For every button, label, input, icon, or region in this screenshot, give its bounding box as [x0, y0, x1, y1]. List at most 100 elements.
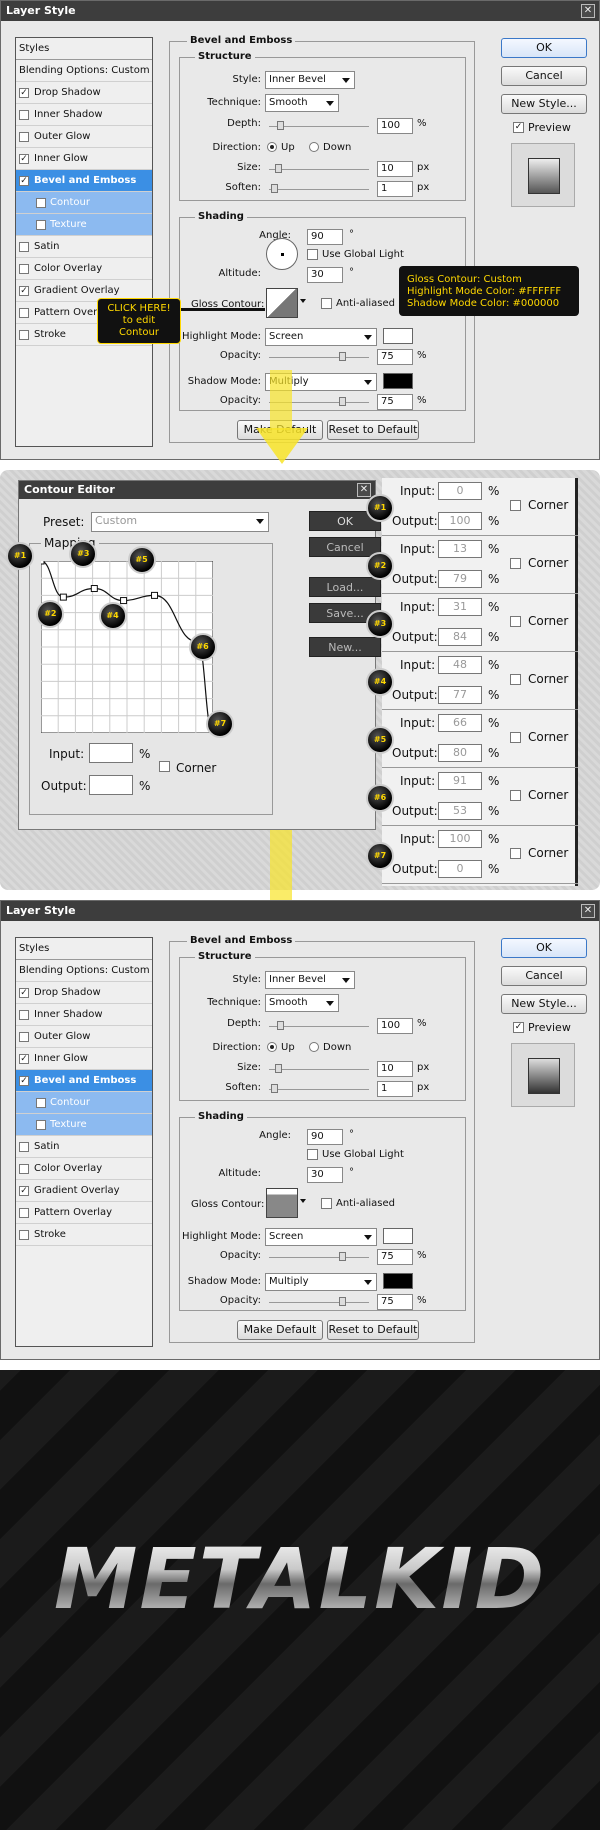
- sidebar-item-color-overlay[interactable]: Color Overlay: [16, 1158, 152, 1180]
- size-input[interactable]: 10: [377, 1061, 413, 1077]
- sidebar-checkbox[interactable]: ✓: [19, 1076, 29, 1086]
- anti-aliased-checkbox[interactable]: [321, 298, 332, 309]
- shadow-color-swatch[interactable]: [383, 1273, 413, 1289]
- point-output-field[interactable]: 80: [438, 744, 482, 762]
- sidebar-checkbox[interactable]: ✓: [19, 88, 29, 98]
- preview-checkbox[interactable]: ✓: [513, 122, 524, 133]
- sidebar-item-bevel-and-emboss[interactable]: ✓ Bevel and Emboss: [16, 1070, 152, 1092]
- altitude-input[interactable]: 30: [307, 267, 343, 283]
- new-button[interactable]: New...: [309, 637, 381, 657]
- new-style-button[interactable]: New Style...: [501, 994, 587, 1014]
- sidebar-item-styles[interactable]: Styles: [16, 938, 152, 960]
- cancel-button[interactable]: Cancel: [501, 966, 587, 986]
- highlight-color-swatch[interactable]: [383, 328, 413, 344]
- depth-slider[interactable]: [269, 121, 369, 130]
- point-output-field[interactable]: 0: [438, 860, 482, 878]
- corner-checkbox[interactable]: [510, 558, 521, 569]
- sidebar-checkbox[interactable]: [36, 220, 46, 230]
- sidebar-checkbox[interactable]: ✓: [19, 176, 29, 186]
- gloss-contour-thumbnail[interactable]: [266, 288, 298, 318]
- sidebar-checkbox[interactable]: [36, 198, 46, 208]
- technique-select[interactable]: Smooth: [265, 994, 339, 1012]
- sidebar-checkbox[interactable]: [19, 1230, 29, 1240]
- sidebar-item-blending-options-custom[interactable]: Blending Options: Custom: [16, 960, 152, 982]
- sidebar-item-styles[interactable]: Styles: [16, 38, 152, 60]
- sidebar-checkbox[interactable]: [19, 1208, 29, 1218]
- sidebar-checkbox[interactable]: ✓: [19, 286, 29, 296]
- slider-thumb[interactable]: [339, 352, 346, 361]
- sidebar-item-inner-shadow[interactable]: Inner Shadow: [16, 104, 152, 126]
- point-input-field[interactable]: 100: [438, 830, 482, 848]
- sidebar-checkbox[interactable]: [19, 1164, 29, 1174]
- sidebar-item-pattern-overlay[interactable]: Pattern Overlay: [16, 1202, 152, 1224]
- sidebar-item-contour[interactable]: Contour: [16, 1092, 152, 1114]
- point-input-field[interactable]: 48: [438, 656, 482, 674]
- sidebar-item-drop-shadow[interactable]: ✓ Drop Shadow: [16, 82, 152, 104]
- corner-checkbox[interactable]: [510, 732, 521, 743]
- slider-thumb[interactable]: [271, 184, 278, 193]
- slider-thumb[interactable]: [275, 1064, 282, 1073]
- chevron-down-icon[interactable]: [300, 1199, 306, 1203]
- sidebar-item-contour[interactable]: Contour: [16, 192, 152, 214]
- point-input-field[interactable]: 66: [438, 714, 482, 732]
- soften-input[interactable]: 1: [377, 181, 413, 197]
- highlight-opacity-slider[interactable]: [269, 352, 369, 361]
- sidebar-checkbox[interactable]: [19, 308, 29, 318]
- output-field[interactable]: [89, 775, 133, 795]
- slider-thumb[interactable]: [277, 1021, 284, 1030]
- sidebar-item-stroke[interactable]: Stroke: [16, 1224, 152, 1246]
- highlight-color-swatch[interactable]: [383, 1228, 413, 1244]
- soften-slider[interactable]: [269, 1084, 369, 1093]
- size-input[interactable]: 10: [377, 161, 413, 177]
- slider-thumb[interactable]: [277, 121, 284, 130]
- slider-thumb[interactable]: [271, 1084, 278, 1093]
- sidebar-item-inner-shadow[interactable]: Inner Shadow: [16, 1004, 152, 1026]
- direction-up-radio[interactable]: [267, 1042, 277, 1052]
- sidebar-item-satin[interactable]: Satin: [16, 1136, 152, 1158]
- input-field[interactable]: [89, 743, 133, 763]
- close-icon[interactable]: ✕: [581, 4, 595, 18]
- direction-up-radio[interactable]: [267, 142, 277, 152]
- highlight-opacity-input[interactable]: 75: [377, 1249, 413, 1265]
- depth-input[interactable]: 100: [377, 118, 413, 134]
- shadow-mode-select[interactable]: Multiply: [265, 1273, 377, 1291]
- point-output-field[interactable]: 79: [438, 570, 482, 588]
- corner-checkbox[interactable]: [159, 761, 170, 772]
- sidebar-item-drop-shadow[interactable]: ✓ Drop Shadow: [16, 982, 152, 1004]
- global-light-checkbox[interactable]: [307, 249, 318, 260]
- chevron-down-icon[interactable]: [300, 299, 306, 303]
- altitude-input[interactable]: 30: [307, 1167, 343, 1183]
- point-input-field[interactable]: 31: [438, 598, 482, 616]
- sidebar-checkbox[interactable]: [19, 242, 29, 252]
- global-light-checkbox[interactable]: [307, 1149, 318, 1160]
- reset-default-button[interactable]: Reset to Default: [327, 1320, 419, 1340]
- sidebar-checkbox[interactable]: [19, 132, 29, 142]
- sidebar-item-gradient-overlay[interactable]: ✓ Gradient Overlay: [16, 1180, 152, 1202]
- sidebar-item-texture[interactable]: Texture: [16, 214, 152, 236]
- contour-cancel-button[interactable]: Cancel: [309, 537, 381, 557]
- shadow-opacity-input[interactable]: 75: [377, 394, 413, 410]
- preview-checkbox[interactable]: ✓: [513, 1022, 524, 1033]
- close-icon[interactable]: ✕: [581, 904, 595, 918]
- gloss-contour-thumbnail[interactable]: [266, 1188, 298, 1218]
- sidebar-item-outer-glow[interactable]: Outer Glow: [16, 126, 152, 148]
- size-slider[interactable]: [269, 164, 369, 173]
- depth-input[interactable]: 100: [377, 1018, 413, 1034]
- sidebar-item-inner-glow[interactable]: ✓ Inner Glow: [16, 148, 152, 170]
- sidebar-item-outer-glow[interactable]: Outer Glow: [16, 1026, 152, 1048]
- angle-input[interactable]: 90: [307, 229, 343, 245]
- shadow-opacity-input[interactable]: 75: [377, 1294, 413, 1310]
- technique-select[interactable]: Smooth: [265, 94, 339, 112]
- style-select[interactable]: Inner Bevel: [265, 71, 355, 89]
- contour-point[interactable]: [120, 597, 128, 605]
- point-output-field[interactable]: 77: [438, 686, 482, 704]
- soften-slider[interactable]: [269, 184, 369, 193]
- sidebar-item-blending-options-custom[interactable]: Blending Options: Custom: [16, 60, 152, 82]
- slider-thumb[interactable]: [275, 164, 282, 173]
- size-slider[interactable]: [269, 1064, 369, 1073]
- sidebar-item-texture[interactable]: Texture: [16, 1114, 152, 1136]
- shadow-opacity-slider[interactable]: [269, 1297, 369, 1306]
- slider-thumb[interactable]: [339, 397, 346, 406]
- sidebar-checkbox[interactable]: [19, 1010, 29, 1020]
- highlight-opacity-slider[interactable]: [269, 1252, 369, 1261]
